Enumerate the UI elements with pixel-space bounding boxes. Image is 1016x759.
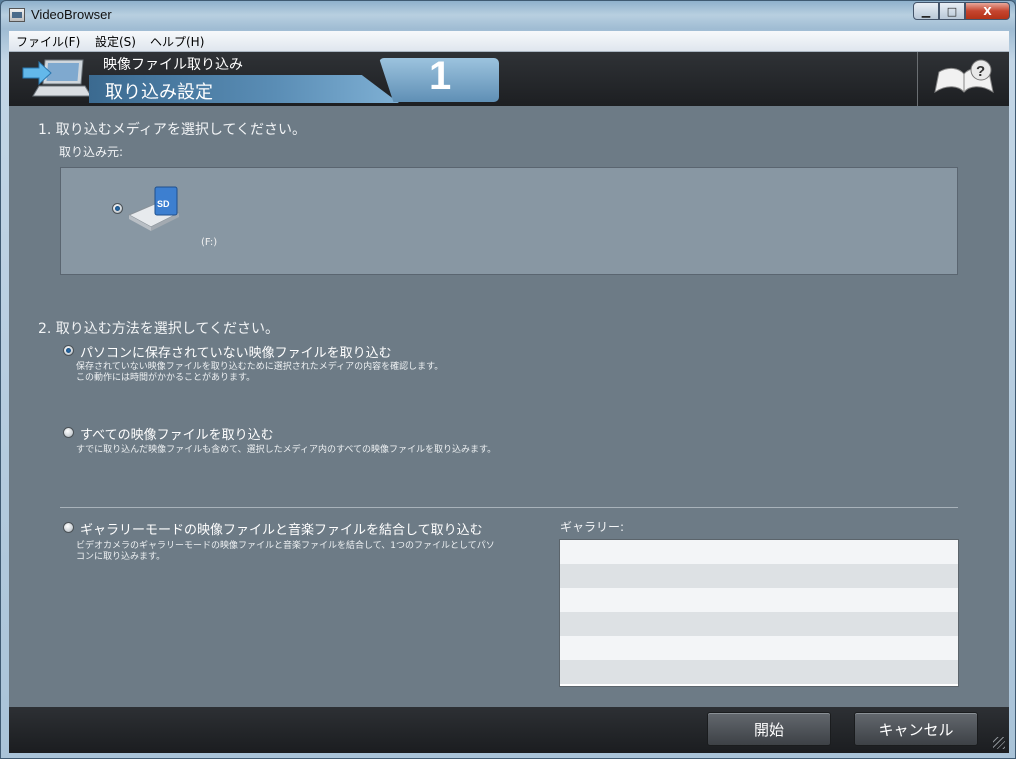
client-area: ファイル(F) 設定(S) ヘルプ(H) 映像ファイル取り込み 取り込み設定 1… [9, 31, 1009, 753]
cancel-button[interactable]: キャンセル [854, 712, 978, 746]
resize-grip[interactable] [993, 737, 1005, 749]
header-divider [917, 52, 918, 106]
option1-desc-line1: 保存されていない映像ファイルを取り込むために選択されたメディアの内容を確認します… [76, 362, 444, 372]
menu-file[interactable]: ファイル(F) [16, 33, 80, 50]
media-radio[interactable] [112, 203, 123, 214]
header-subtitle: 映像ファイル取り込み [103, 57, 243, 73]
minimize-button[interactable]: ▁ [913, 2, 939, 20]
option3-desc-line2: コンに取り込みます。 [76, 552, 166, 562]
start-button[interactable]: 開始 [707, 712, 831, 746]
gallery-row [560, 588, 958, 612]
option3-radio[interactable] [63, 522, 74, 533]
gallery-row [560, 636, 958, 660]
title-bar[interactable]: VideoBrowser ▁ □ X [1, 1, 1016, 29]
section1-title: 1. 取り込むメディアを選択してください。 [38, 122, 306, 138]
header-title: 取り込み設定 [105, 82, 213, 103]
close-icon: X [983, 4, 992, 18]
source-label: 取り込み元: [59, 145, 124, 159]
option2-radio[interactable] [63, 427, 74, 438]
window-title: VideoBrowser [31, 7, 112, 22]
close-button[interactable]: X [965, 2, 1010, 20]
menu-bar: ファイル(F) 設定(S) ヘルプ(H) [9, 31, 1009, 52]
gallery-list[interactable] [559, 539, 959, 687]
gallery-row [560, 660, 958, 684]
minimize-icon: ▁ [921, 4, 931, 18]
section-divider [60, 507, 958, 508]
sd-card-reader-icon[interactable]: SD [127, 185, 181, 231]
step-number: 1 [429, 54, 452, 98]
gallery-row [560, 612, 958, 636]
option1-label[interactable]: パソコンに保存されていない映像ファイルを取り込む [80, 342, 392, 361]
menu-help[interactable]: ヘルプ(H) [150, 33, 204, 50]
wizard-header: 映像ファイル取り込み 取り込み設定 1 ? [9, 52, 1009, 106]
option3-desc-line1: ビデオカメラのギャラリーモードの映像ファイルと音楽ファイルを結合して、1つのファ… [76, 541, 495, 551]
option3-label[interactable]: ギャラリーモードの映像ファイルと音楽ファイルを結合して取り込む [80, 519, 483, 538]
drive-label: (F:) [201, 237, 218, 248]
gallery-label: ギャラリー: [560, 520, 625, 534]
menu-settings[interactable]: 設定(S) [95, 33, 136, 50]
svg-text:SD: SD [157, 199, 170, 209]
caption-buttons: ▁ □ X [913, 2, 1010, 21]
laptop-import-icon [22, 59, 91, 97]
gallery-row [560, 564, 958, 588]
app-icon [9, 8, 25, 22]
window-frame: VideoBrowser ▁ □ X ファイル(F) 設定(S) ヘルプ(H) [0, 0, 1016, 759]
maximize-icon: □ [946, 4, 958, 18]
svg-text:?: ? [976, 63, 985, 80]
option1-radio[interactable] [63, 345, 74, 356]
option2-desc-line1: すでに取り込んだ映像ファイルも含めて、選択したメディア内のすべての映像ファイルを… [76, 445, 497, 455]
option2-label[interactable]: すべての映像ファイルを取り込む [80, 424, 274, 443]
help-book-icon[interactable]: ? [931, 58, 997, 100]
section2-title: 2. 取り込む方法を選択してください。 [38, 321, 279, 337]
media-list [60, 167, 958, 275]
gallery-row [560, 540, 958, 564]
option1-desc-line2: この動作には時間がかかることがあります。 [76, 373, 256, 383]
maximize-button[interactable]: □ [939, 2, 965, 20]
